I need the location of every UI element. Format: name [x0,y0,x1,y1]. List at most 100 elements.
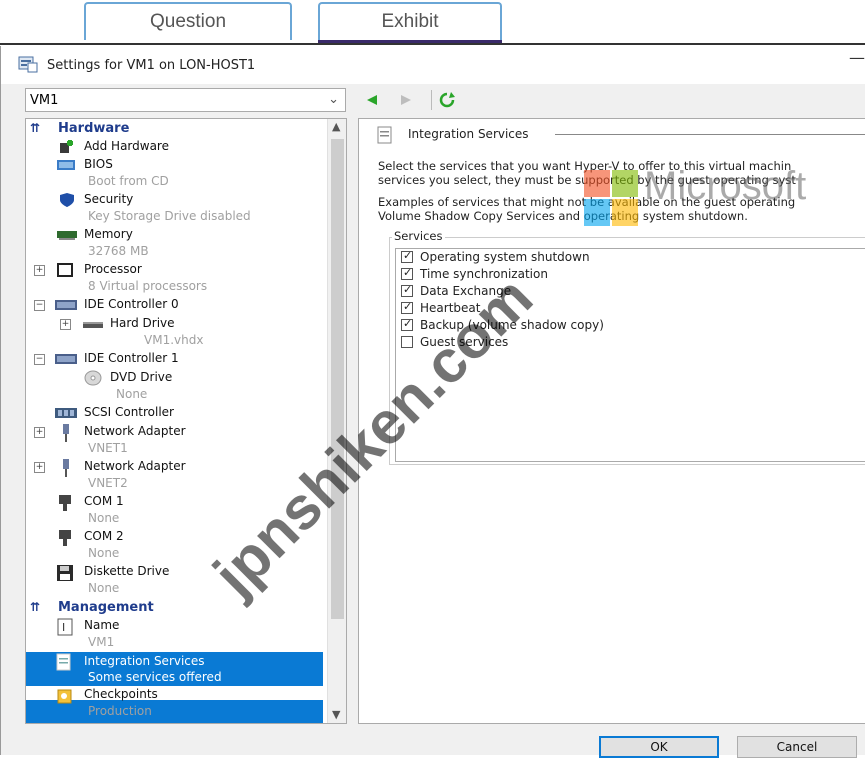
tree-item-checkpoints[interactable]: Checkpoints Production [26,687,326,721]
vm-select-value: VM1 [30,93,59,108]
service-label: Guest services [420,335,509,349]
tree-item-label: IDE Controller 0 [84,297,179,311]
settings-window-icon [18,56,38,73]
forward-arrow-icon[interactable] [399,93,413,107]
tree-item-label: BIOS [84,157,113,171]
ide-controller-icon [55,300,77,310]
tree-item-sublabel: Key Storage Drive disabled [88,209,251,223]
tree-scrollbar[interactable]: ▲ ▼ [327,119,346,723]
tree-item-name[interactable]: I Name VM1 [26,618,326,652]
scrollbar-thumb[interactable] [331,139,344,619]
top-tab-bar: Question Exhibit [0,0,865,45]
collapse-chevron-icon: ⇈ [30,600,41,614]
scroll-up-arrow-icon[interactable]: ▲ [332,120,340,133]
tab-question[interactable]: Question [84,2,292,40]
tree-item-label: Integration Services [84,654,205,668]
chevron-down-icon: ⌄ [328,92,339,107]
expand-plus-icon[interactable]: + [60,319,71,330]
tree-item-label: Diskette Drive [84,564,170,578]
refresh-icon[interactable] [439,92,455,108]
tree-item-com-2[interactable]: COM 2 None [26,529,326,563]
microsoft-watermark: Microsoft [644,164,807,208]
com-port-icon [59,495,71,511]
services-group-label: Services [392,229,445,243]
tree-item-sublabel: VNET1 [88,441,128,455]
tree-item-label: Security [84,192,134,206]
expand-plus-icon[interactable]: + [34,427,45,438]
tree-item-hard-drive[interactable]: + Hard Drive VM1.vhdx [26,316,326,350]
tree-item-label: COM 2 [84,529,124,543]
service-checkbox[interactable] [401,336,413,348]
hard-drive-icon [83,322,103,328]
service-checkbox[interactable]: ✓ [401,300,413,314]
tree-item-memory[interactable]: Memory 32768 MB [26,227,326,261]
service-checkbox[interactable]: ✓ [401,249,413,263]
tree-item-network-adapter-2[interactable]: + Network Adapter VNET2 [26,459,326,493]
vm-select-dropdown[interactable]: VM1 ⌄ [25,88,346,112]
management-header-label: Management [58,600,154,615]
bios-chip-icon [57,160,75,170]
tree-item-integration-services-selected[interactable]: Integration Services Some services offer… [26,652,323,686]
minimize-button[interactable]: — [849,48,865,67]
back-arrow-icon[interactable] [365,93,379,107]
service-label: Time synchronization [420,267,548,281]
tree-item-label: Hard Drive [110,316,175,330]
service-label: Data Exchange [420,284,512,298]
microsoft-logo-icon [584,170,638,226]
scsi-controller-icon [55,408,77,418]
collapse-minus-icon[interactable]: − [34,300,45,311]
expand-plus-icon[interactable]: + [34,265,45,276]
tree-item-sublabel: 32768 MB [88,244,149,258]
panel-description-line-4: Volume Shadow Copy Services and operatin… [378,209,748,223]
panel-title: Integration Services [408,127,529,141]
service-checkbox[interactable]: ✓ [401,317,413,331]
tree-item-label: Network Adapter [84,424,186,438]
tab-divider [0,43,865,45]
name-tag-icon: I [57,618,73,636]
checkpoints-icon [57,689,72,704]
tree-item-dvd-drive[interactable]: DVD Drive None [26,370,326,404]
toolbar-separator [431,90,432,110]
tree-item-label: COM 1 [84,494,124,508]
tree-item-com-1[interactable]: COM 1 None [26,494,326,528]
service-checkbox[interactable]: ✓ [401,266,413,280]
tree-item-sublabel: None [116,387,148,401]
service-label: Operating system shutdown [420,250,590,264]
tree-item-sublabel: Production [88,704,152,718]
tree-item-sublabel: None [88,546,120,560]
hardware-header-label: Hardware [58,121,130,136]
tree-item-label: SCSI Controller [84,405,174,419]
hardware-section-header[interactable]: ⇈ Hardware [26,121,326,139]
tree-item-security[interactable]: Security Key Storage Drive disabled [26,192,326,226]
tree-item-processor[interactable]: + Processor 8 Virtual processors [26,262,326,296]
tree-item-sublabel: None [88,581,120,595]
tree-item-sublabel: VM1 [88,635,115,649]
management-section-header[interactable]: ⇈ Management [26,600,326,618]
tree-item-sublabel: Boot from CD [88,174,169,188]
collapse-minus-icon[interactable]: − [34,354,45,365]
tree-item-diskette-drive[interactable]: Diskette Drive None [26,564,326,598]
collapse-chevron-icon: ⇈ [30,121,41,135]
integration-services-panel-icon [377,126,392,144]
expand-plus-icon[interactable]: + [34,462,45,473]
hardware-tree-panel: ⇈ Hardware Add Hardware BIOS Boot from C… [25,118,347,724]
tree-item-label: Checkpoints [84,687,158,701]
tree-item-sublabel: Some services offered [88,670,222,684]
tree-item-label: Network Adapter [84,459,186,473]
network-adapter-icon [63,424,69,442]
service-checkbox[interactable]: ✓ [401,283,413,297]
checkmark-icon: ✓ [403,300,413,313]
dvd-disc-icon [84,370,102,386]
checkmark-icon: ✓ [403,317,413,330]
svg-text:I: I [62,621,65,634]
scroll-down-arrow-icon[interactable]: ▼ [332,708,340,721]
tree-item-label: Processor [84,262,142,276]
title-bar: Settings for VM1 on LON-HOST1 — [1,46,865,84]
checkmark-icon: ✓ [403,283,413,296]
tree-item-network-adapter-1[interactable]: + Network Adapter VNET1 [26,424,326,458]
tab-exhibit[interactable]: Exhibit [318,2,502,44]
tree-item-sublabel: VM1.vhdx [144,333,204,347]
tree-item-bios[interactable]: BIOS Boot from CD [26,157,326,191]
settings-window: Settings for VM1 on LON-HOST1 — VM1 ⌄ ⇈ … [0,46,865,758]
window-title: Settings for VM1 on LON-HOST1 [47,58,256,73]
